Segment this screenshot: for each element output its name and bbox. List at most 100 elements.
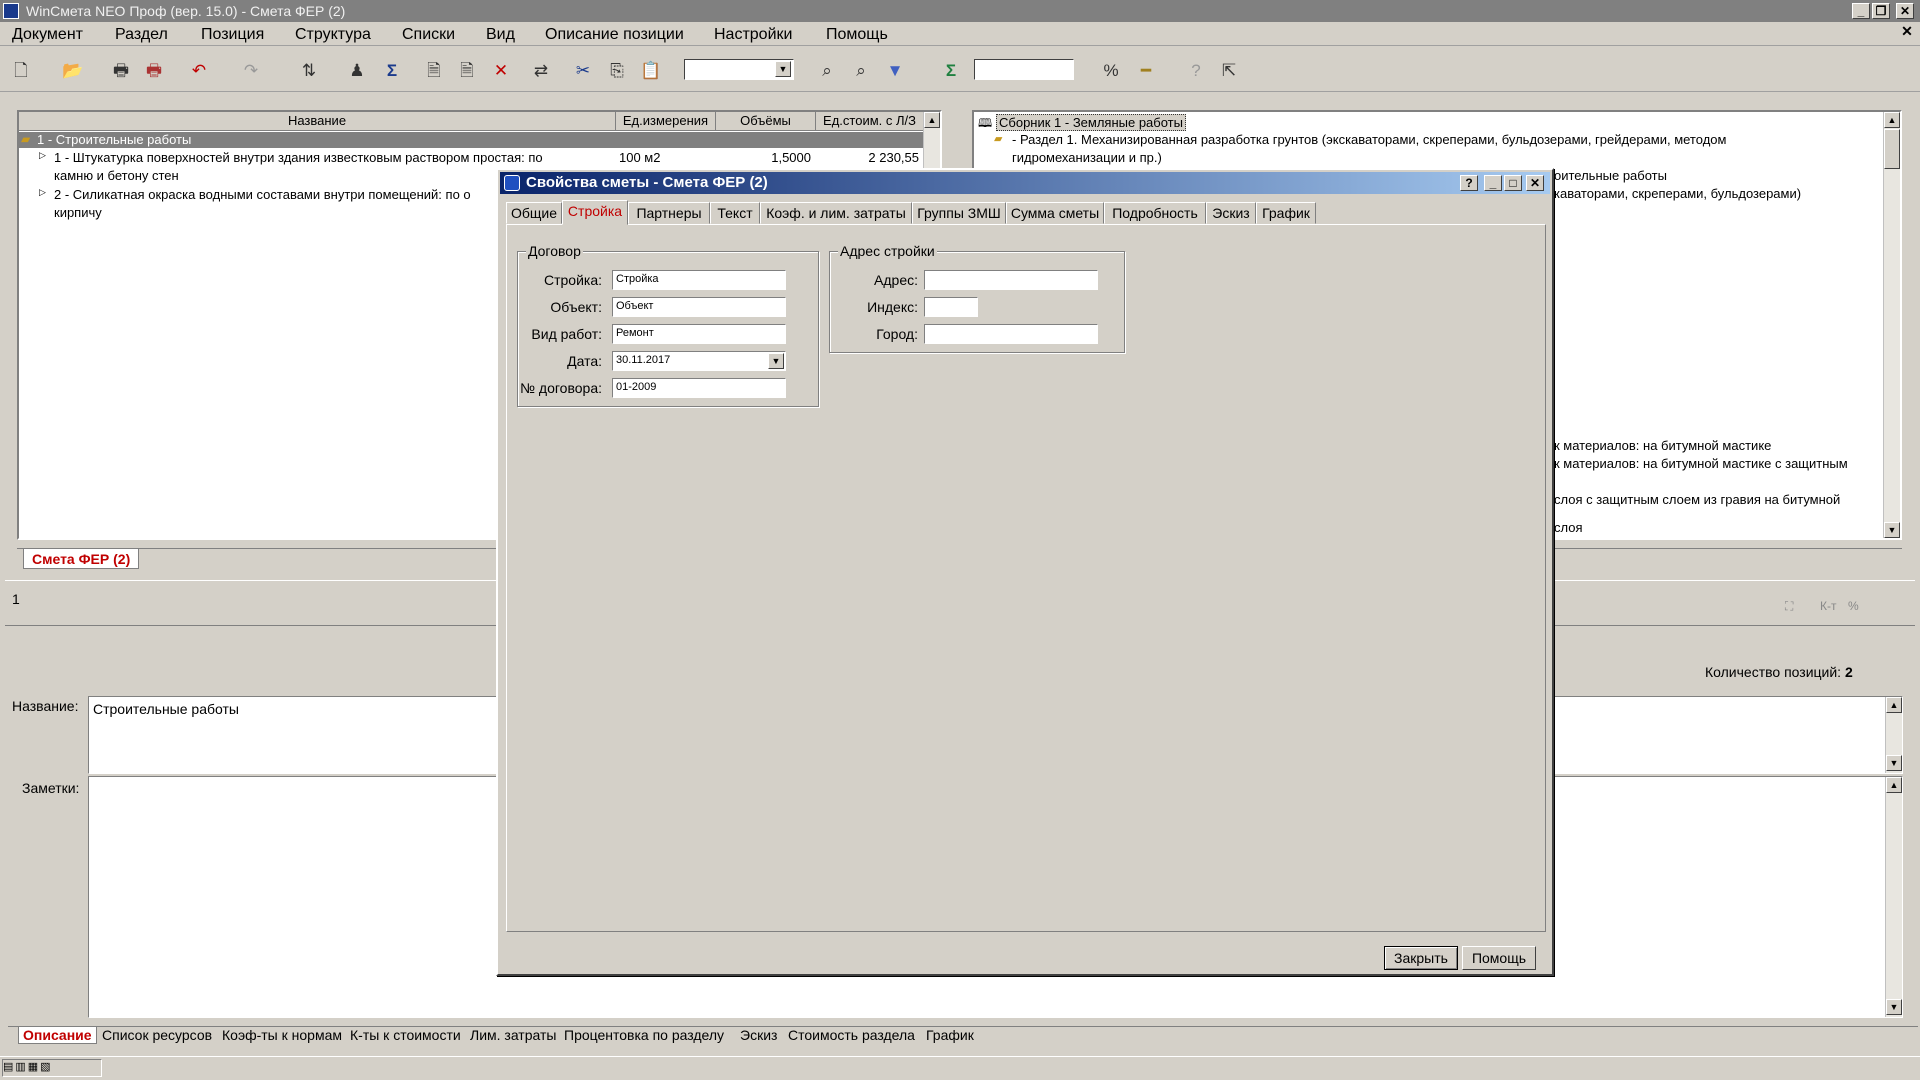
menu-structure[interactable]: Структура [295,26,371,44]
tree-item[interactable]: каваторами, скреперами, бульдозерами) [1554,186,1801,201]
toolbar-search-input[interactable] [974,59,1074,80]
tab-general[interactable]: Общие [506,202,562,224]
help-icon[interactable]: ? [1185,60,1207,82]
dialog-help-icon[interactable]: ? [1460,175,1478,191]
sum-filter-icon[interactable]: Σ [940,60,962,82]
coef-icon[interactable]: ⛶ [1785,599,1793,614]
tab-coef-limits[interactable]: Коэф. и лим. затраты [760,202,912,224]
menu-position-description[interactable]: Описание позиции [545,26,684,44]
tab-construction[interactable]: Стройка [562,200,628,225]
page-icon[interactable]: 🗎 [423,60,445,82]
tab-chart[interactable]: График [926,1027,974,1043]
scroll-down-icon[interactable]: ▼ [1886,999,1902,1015]
tab-sketch[interactable]: Эскиз [740,1027,777,1043]
tab-norm-coefs[interactable]: Коэф-ты к нормам [222,1027,342,1043]
scroll-down-icon[interactable]: ▼ [1886,755,1902,771]
date-picker[interactable]: 30.11.2017 ▼ [612,351,786,371]
tree-item[interactable]: к материалов: на битумной мастике [1554,438,1771,453]
name-scrollbar[interactable]: ▲ ▼ [1885,697,1902,773]
address-input[interactable] [924,270,1098,290]
percent-icon[interactable]: % [1100,60,1122,82]
tab-partners[interactable]: Партнеры [628,202,710,224]
dialog-title-bar[interactable]: Свойства сметы - Смета ФЕР (2) ? _ □ ✕ [500,172,1550,194]
col-header-cost[interactable]: Ед.стоим. с Л/З [816,112,924,131]
help-dialog-button[interactable]: Помощь [1462,946,1536,970]
tab-section-cost[interactable]: Стоимость раздела [788,1027,915,1043]
mdi-close-icon[interactable]: ✕ [1897,24,1917,42]
col-header-unit[interactable]: Ед.измерения [616,112,716,131]
scroll-down-icon[interactable]: ▼ [1884,522,1900,538]
document-tab[interactable]: Смета ФЕР (2) [23,549,140,569]
dialog-maximize-button[interactable]: □ [1504,175,1522,191]
col-header-name[interactable]: Название [19,112,616,131]
transfer-icon[interactable]: ⇄ [530,60,552,82]
menu-document[interactable]: Документ [12,26,83,44]
tab-estimate-sum[interactable]: Сумма сметы [1006,202,1104,224]
tab-limit-costs[interactable]: Лим. затраты [470,1027,556,1043]
context-help-icon[interactable]: ⇱ [1218,60,1240,82]
contract-number-input[interactable]: 01-2009 [612,378,786,398]
cut-icon[interactable]: ✂ [572,60,594,82]
col-header-volume[interactable]: Объёмы [716,112,816,131]
close-dialog-button[interactable]: Закрыть [1384,946,1458,970]
minus-icon[interactable]: ━ [1135,60,1157,82]
tab-detail[interactable]: Подробность [1104,202,1206,224]
print-preview-icon[interactable]: 🖶 [143,60,165,82]
menu-lists[interactable]: Списки [402,26,455,44]
tab-resources[interactable]: Список ресурсов [102,1027,212,1043]
person-icon[interactable]: ♟ [346,60,368,82]
undo-icon[interactable]: ↶ [188,60,210,82]
percent-label[interactable]: % [1848,599,1859,613]
delete-icon[interactable]: ✕ [490,60,512,82]
tab-text[interactable]: Текст [710,202,760,224]
chevron-down-icon[interactable]: ▼ [775,61,791,77]
redo-icon[interactable]: ↷ [240,60,262,82]
tree-item[interactable]: - Раздел 1. Механизированная разработка … [1012,132,1726,147]
tab-dlg-sketch[interactable]: Эскиз [1206,202,1256,224]
tab-section-percent[interactable]: Процентовка по разделу [564,1027,724,1043]
expand-icon[interactable]: ▷ [39,187,46,198]
close-button[interactable]: ✕ [1896,3,1914,19]
toolbar-select[interactable]: ▼ [684,59,794,80]
city-input[interactable] [924,324,1098,344]
find-next-icon[interactable]: ⌕ [850,60,872,82]
scroll-thumb[interactable] [1884,129,1900,169]
notes-scrollbar[interactable]: ▲ ▼ [1885,777,1902,1017]
menu-position[interactable]: Позиция [201,26,264,44]
chevron-down-icon[interactable]: ▼ [768,353,784,369]
index-input[interactable] [924,297,978,317]
filter-icon[interactable]: ▼ [884,60,906,82]
scroll-up-icon[interactable]: ▲ [1886,697,1902,713]
tab-cost-coefs[interactable]: К-ты к стоимости [350,1027,461,1043]
expand-icon[interactable]: ▷ [39,150,46,161]
work-type-input[interactable]: Ремонт [612,324,786,344]
tree-item[interactable]: оительные работы [1554,168,1667,183]
open-folder-icon[interactable]: 📂 [62,60,84,82]
scroll-up-icon[interactable]: ▲ [924,112,940,128]
sort-icon[interactable]: ⇅ [298,60,320,82]
paste-icon[interactable]: 📋 [640,60,662,82]
object-input[interactable]: Объект [612,297,786,317]
scroll-up-icon[interactable]: ▲ [1884,112,1900,128]
table-row[interactable]: ▰ 1 - Строительные работы [19,132,924,148]
menu-help[interactable]: Помощь [826,26,888,44]
tree-item[interactable]: Сборник 1 - Земляные работы [996,114,1186,131]
new-document-icon[interactable]: 🗋 [10,60,32,82]
dialog-close-button[interactable]: ✕ [1526,175,1544,191]
restore-button[interactable]: ❐ [1872,3,1890,19]
tree-item[interactable]: к материалов: на битумной мастике с защи… [1554,456,1848,471]
right-scrollbar[interactable]: ▲ ▼ [1883,112,1900,538]
minimize-button[interactable]: _ [1852,3,1870,19]
stroika-input[interactable]: Стройка [612,270,786,290]
menu-section[interactable]: Раздел [115,26,168,44]
tree-item[interactable]: слоя [1554,520,1583,535]
binoculars-icon[interactable]: ⌕ [816,60,838,82]
dialog-minimize-button[interactable]: _ [1484,175,1502,191]
tree-item[interactable]: слоя с защитным слоем из гравия на битум… [1554,492,1840,507]
tab-dlg-chart[interactable]: График [1256,202,1316,224]
scroll-up-icon[interactable]: ▲ [1886,777,1902,793]
sum-icon[interactable]: Σ [381,60,403,82]
kt-label[interactable]: К-т [1820,599,1836,613]
print-icon[interactable]: 🖶 [110,60,132,82]
page-copy-icon[interactable]: 🗎 [456,60,478,82]
